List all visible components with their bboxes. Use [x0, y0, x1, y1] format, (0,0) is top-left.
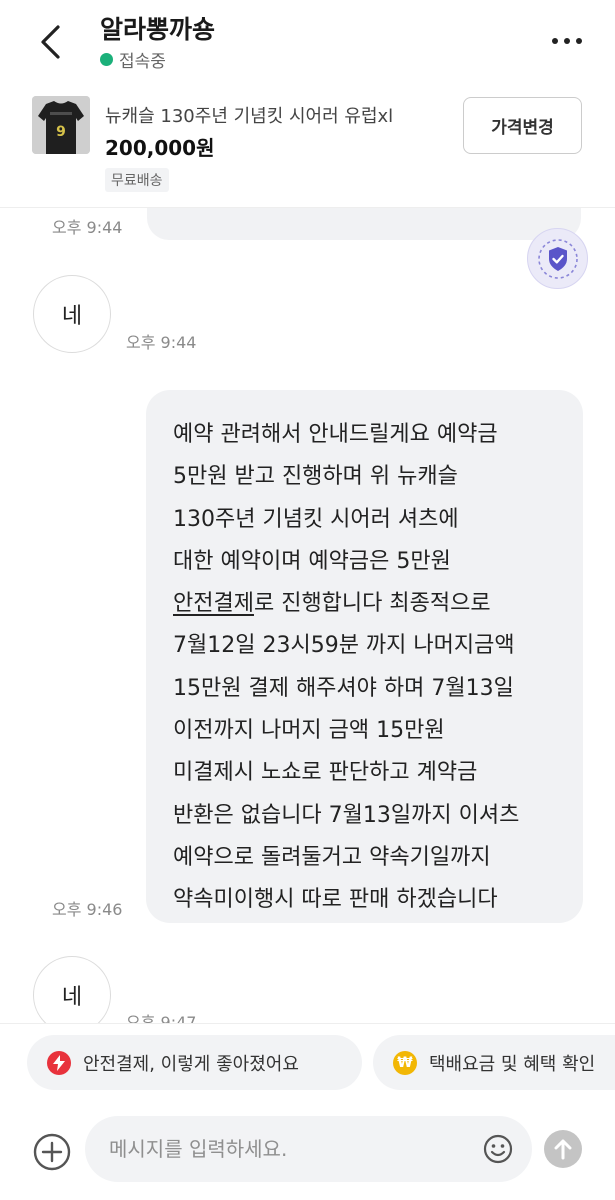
message-input-bar: [0, 1100, 615, 1200]
message-line-with-link: 안전결제로 진행합니다 최종적으로: [173, 583, 561, 625]
chip-safe-payment[interactable]: 안전결제, 이렇게 좋아졌어요: [27, 1035, 362, 1090]
free-shipping-badge: 무료배송: [105, 168, 169, 192]
received-message-bubble: 네: [33, 956, 111, 1023]
message-line: 7월12일 23시59분 까지 나머지금액: [173, 633, 515, 659]
product-price: 200,000원: [105, 136, 215, 160]
online-status: 접속중: [100, 47, 166, 72]
message-line-rest: 로 진행합니다 최종적으로: [253, 591, 491, 617]
received-message-bubble: 네: [33, 275, 111, 353]
smiley-icon: [483, 1134, 513, 1164]
suggestion-chips: 안전결제, 이렇게 좋아졌어요 ₩ 택배요금 및 혜택 확인: [0, 1023, 615, 1100]
emoji-button[interactable]: [482, 1133, 514, 1165]
send-button[interactable]: [544, 1130, 582, 1168]
online-dot-icon: [100, 53, 113, 66]
chat-messages[interactable]: · · · · · · · · · · 오후 9:44 네 오후 9:44 예약…: [0, 208, 615, 1023]
product-name: 뉴캐슬 130주년 기념킷 시어러 유럽xl: [105, 106, 394, 127]
won-coin-icon: ₩: [393, 1050, 417, 1075]
arrow-up-icon: [554, 1139, 572, 1160]
message-time: 오후 9:46: [52, 900, 123, 919]
jersey-image-icon: 9: [32, 96, 90, 154]
message-line: 130주년 기념킷 시어러 셔츠에: [173, 506, 459, 532]
chat-header: 알라뽕까숑 접속중: [0, 0, 615, 82]
change-price-button[interactable]: 가격변경: [463, 97, 582, 154]
message-line: 예약으로 돌려둘거고 약속기일까지: [173, 844, 491, 870]
message-line: 이전까지 나머지 금액 15만원: [173, 718, 445, 744]
message-line: 대한 예약이며 예약금은 5만원: [173, 548, 451, 574]
shield-check-icon: [537, 238, 578, 279]
online-status-label: 접속중: [119, 52, 166, 72]
chip-label: 안전결제, 이렇게 좋아졌어요: [83, 1053, 299, 1075]
safe-payment-link[interactable]: 안전결제: [173, 591, 254, 616]
product-thumbnail[interactable]: 9: [32, 96, 90, 154]
chevron-left-icon: [41, 25, 60, 59]
lightning-icon: [47, 1050, 71, 1075]
partial-message-bubble: · · · · · · · · · ·: [147, 208, 581, 240]
message-line: 5만원 받고 진행하며 위 뉴캐슬: [173, 464, 458, 490]
message-input[interactable]: [85, 1116, 532, 1182]
safe-payment-shield-button[interactable]: [527, 228, 588, 289]
message-line: 반환은 없습니다 7월13일까지 이셔츠: [173, 802, 520, 828]
plus-circle-icon: [33, 1133, 71, 1171]
message-line: 약속미이행시 따로 판매 하겠습니다: [173, 887, 498, 913]
chip-delivery-fee[interactable]: ₩ 택배요금 및 혜택 확인: [373, 1035, 615, 1090]
chat-title: 알라뽕까숑: [100, 15, 216, 44]
back-button[interactable]: [30, 20, 70, 64]
message-line: 15만원 결제 해주셔야 하며 7월13일: [173, 675, 514, 701]
sent-message-bubble: 예약 관려해서 안내드릴게요 예약금 5만원 받고 진행하며 위 뉴캐슬 130…: [146, 390, 583, 923]
more-horizontal-icon: [552, 38, 582, 44]
more-options-button[interactable]: [547, 26, 587, 56]
chip-label: 택배요금 및 혜택 확인: [429, 1053, 596, 1075]
svg-text:9: 9: [56, 124, 66, 140]
message-time: 오후 9:44: [126, 333, 197, 352]
message-line: 미결제시 노쇼로 판단하고 계약금: [173, 760, 478, 786]
message-line: 예약 관려해서 안내드릴게요 예약금: [173, 422, 498, 447]
message-time: 오후 9:44: [52, 218, 123, 237]
product-info-bar: 9 뉴캐슬 130주년 기념킷 시어러 유럽xl 200,000원 무료배송 가…: [0, 82, 615, 208]
message-time: 오후 9:47: [126, 1013, 197, 1023]
attach-button[interactable]: [32, 1132, 72, 1172]
